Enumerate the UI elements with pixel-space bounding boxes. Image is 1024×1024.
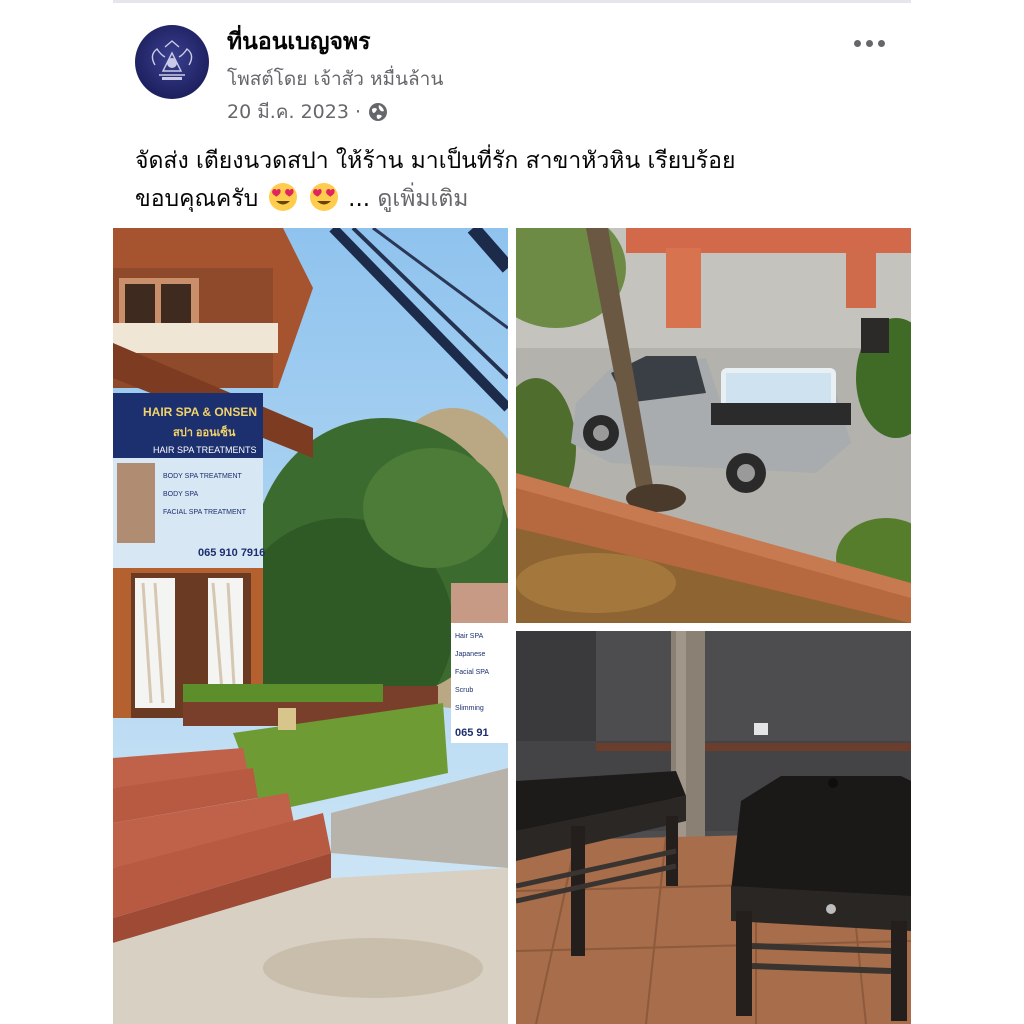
post-text-line-2: ขอบคุณครับ ... ดูเพิ่มเติม	[135, 180, 895, 218]
more-options-button[interactable]	[849, 28, 889, 58]
sign-thai: สปา ออนเซ็น	[173, 425, 236, 439]
photo-spa-beds[interactable]	[516, 631, 911, 1024]
dot-icon	[877, 39, 885, 47]
sign-item-3: FACIAL SPA TREATMENT	[163, 509, 247, 516]
sign-title: HAIR SPA & ONSEN	[143, 405, 257, 419]
sign-item-1: BODY SPA TREATMENT	[163, 473, 243, 480]
sign-sub: HAIR SPA TREATMENTS	[153, 445, 257, 455]
page-name[interactable]: ที่นอนเบญจพร	[227, 24, 370, 60]
dot-icon	[853, 39, 861, 47]
storefront-image: HAIR SPA & ONSEN สปา ออนเซ็น HAIR SPA TR…	[113, 228, 508, 1024]
banner-phone: 065 91	[455, 727, 489, 739]
meta-separator: ·	[354, 101, 361, 123]
divider	[113, 0, 911, 3]
dot-icon	[865, 39, 873, 47]
post-date[interactable]: 20 มี.ค. 2023	[227, 97, 349, 127]
page-avatar[interactable]	[135, 25, 209, 99]
heart-eyes-emoji-icon	[268, 183, 297, 211]
sign-item-2: BODY SPA	[163, 491, 198, 498]
banner-line-4: Scrub	[455, 687, 473, 694]
posted-by: โพสต์โดย เจ้าสัว หมื่นล้าน	[227, 68, 444, 90]
crest-logo-icon	[151, 40, 193, 80]
post-text: จัดส่ง เตียงนวดสปา ให้ร้าน มาเป็นที่รัก …	[135, 142, 895, 218]
ellipsis: ...	[348, 186, 371, 212]
see-more-link[interactable]: ดูเพิ่มเติม	[377, 186, 468, 212]
post-text-thanks: ขอบคุณครับ	[135, 186, 259, 212]
banner-line-3: Facial SPA	[455, 669, 489, 676]
truck-image	[516, 228, 911, 623]
heart-eyes-emoji-icon	[309, 183, 338, 211]
banner-line-1: Hair SPA	[455, 633, 484, 640]
banner-line-5: Slimming	[455, 705, 484, 712]
banner-line-2: Japanese	[455, 651, 485, 658]
sign-phone: 065 910 7916	[198, 547, 265, 559]
photo-truck[interactable]	[516, 228, 911, 623]
spa-beds-image	[516, 631, 911, 1024]
globe-icon	[368, 103, 387, 121]
post-card: ที่นอนเบญจพร โพสต์โดย เจ้าสัว หมื่นล้าน …	[113, 0, 911, 1024]
photo-storefront[interactable]: HAIR SPA & ONSEN สปา ออนเซ็น HAIR SPA TR…	[113, 228, 508, 1024]
post-text-line-1: จัดส่ง เตียงนวดสปา ให้ร้าน มาเป็นที่รัก …	[135, 148, 736, 174]
post-meta: 20 มี.ค. 2023 ·	[227, 97, 389, 127]
